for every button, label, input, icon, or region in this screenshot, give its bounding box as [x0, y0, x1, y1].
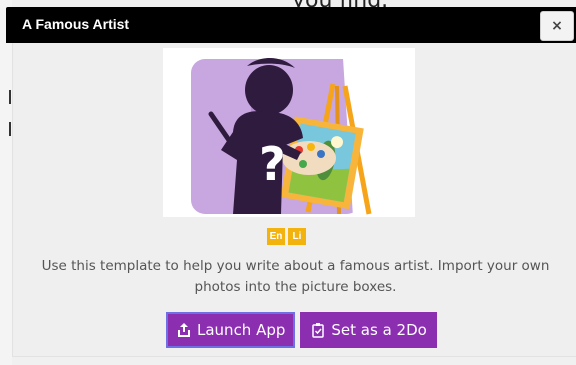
launch-app-button[interactable]: Launch App — [166, 312, 296, 348]
clipboard-check-icon — [312, 323, 325, 338]
artist-illustration: ? — [191, 58, 399, 217]
template-preview-image: ? — [163, 48, 415, 217]
set-as-2do-button[interactable]: Set as a 2Do — [300, 312, 437, 348]
set-as-2do-label: Set as a 2Do — [331, 321, 427, 339]
edge-mark — [9, 90, 11, 104]
close-button[interactable]: × — [540, 11, 574, 41]
dialog-actions: Launch App Set as a 2Do — [166, 312, 437, 348]
dialog-title: A Famous Artist — [22, 16, 130, 32]
dialog-header: A Famous Artist × — [6, 7, 576, 43]
launch-app-label: Launch App — [197, 321, 286, 339]
page-left-edge — [0, 0, 12, 365]
close-icon: × — [551, 18, 563, 34]
badge-li: Li — [288, 228, 306, 245]
template-description: Use this template to help you write abou… — [41, 258, 550, 295]
share-upload-icon — [178, 323, 190, 337]
svg-text:?: ? — [259, 137, 286, 191]
curriculum-badges: En Li — [267, 228, 306, 245]
badge-en: En — [267, 228, 285, 245]
edge-mark — [9, 122, 11, 136]
